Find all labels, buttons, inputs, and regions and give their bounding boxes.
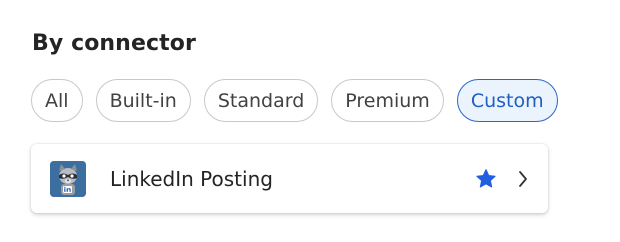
filter-pill-standard[interactable]: Standard [203, 79, 319, 122]
filter-pill-custom[interactable]: Custom [456, 79, 558, 122]
raccoon-linkedin-logo-icon [50, 161, 86, 197]
filter-pill-premium[interactable]: Premium [331, 79, 444, 122]
favorite-star-icon[interactable] [475, 168, 497, 190]
connector-filter-section: By connector All Built-in Standard Premi… [0, 0, 620, 242]
filter-pill-all[interactable]: All [31, 79, 83, 122]
chevron-right-icon[interactable] [516, 169, 530, 189]
connector-name: LinkedIn Posting [110, 167, 273, 191]
section-heading: By connector [32, 31, 196, 56]
filter-pill-built-in[interactable]: Built-in [95, 79, 191, 122]
filter-pill-group: All Built-in Standard Premium Custom [31, 79, 558, 122]
connector-card-linkedin-posting[interactable]: LinkedIn Posting [31, 144, 548, 213]
